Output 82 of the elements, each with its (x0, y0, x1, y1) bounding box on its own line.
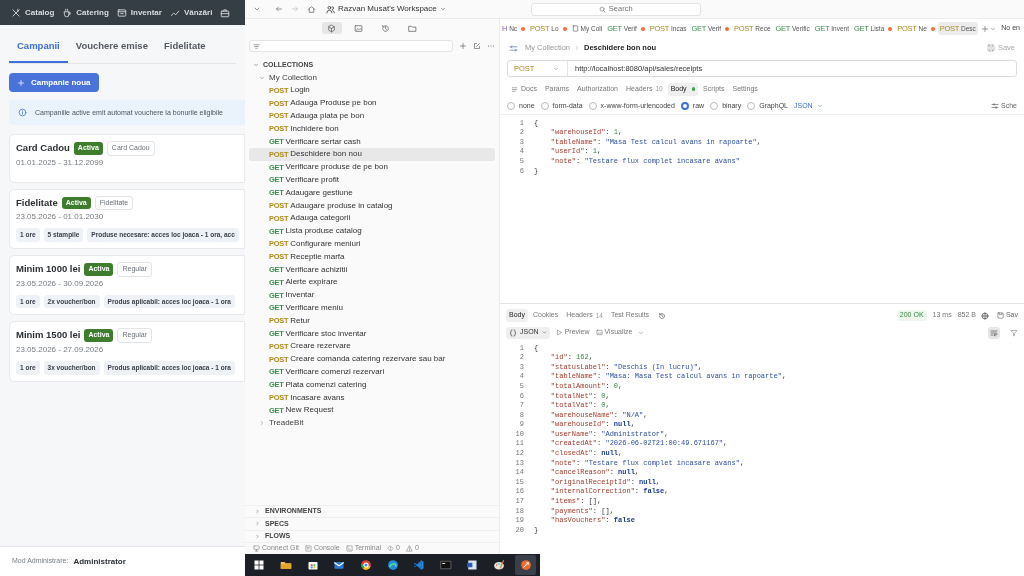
store-icon (306, 559, 319, 571)
collection-item[interactable]: My Collection (249, 71, 495, 84)
nav-item[interactable]: Catalog (11, 6, 55, 19)
collection-item[interactable]: TreadeBit (249, 416, 495, 430)
mode-value: Administrator (73, 555, 126, 568)
save-icon (986, 44, 995, 52)
console-icon (304, 545, 312, 552)
nav-item[interactable]: Catering (62, 6, 109, 19)
wrap-lines-icon (990, 328, 998, 337)
chevron-icon (255, 508, 260, 514)
history-icon[interactable] (658, 311, 667, 320)
edit-icon[interactable] (473, 42, 481, 50)
tab[interactable]: Vouchere emise (67, 37, 156, 64)
date-range: 01.01.2025 - 31.12.2099 (16, 156, 105, 169)
terminal-icon (345, 545, 353, 552)
document-icon (466, 559, 479, 571)
image-icon (595, 329, 603, 336)
cup-icon (62, 7, 73, 18)
windows-icon (253, 559, 266, 571)
folder-icon (279, 559, 292, 571)
history-icon[interactable] (380, 23, 390, 33)
back-icon[interactable] (275, 5, 283, 13)
http-icon (509, 43, 518, 53)
people-icon (326, 4, 335, 14)
save-icon (996, 312, 1004, 319)
more-icon[interactable] (487, 42, 495, 50)
monitor-icon (253, 545, 260, 552)
plus-icon (17, 78, 25, 87)
info-icon (18, 108, 27, 118)
caret-icon[interactable] (989, 25, 996, 32)
cube-icon[interactable] (327, 23, 336, 33)
cutlery-icon (11, 7, 21, 18)
wrap-toggle[interactable] (988, 326, 1000, 339)
filter-field[interactable] (249, 40, 453, 52)
plus-icon[interactable] (980, 24, 989, 33)
campaign-name: Minim 1000 lei (16, 262, 81, 277)
browser-icon (359, 559, 372, 571)
folder-icon[interactable] (407, 23, 417, 33)
plus-icon[interactable] (459, 42, 467, 50)
campaign-name: Minim 1500 lei (16, 328, 81, 343)
taskbar-app[interactable] (515, 555, 537, 575)
campaign-name: Card Cadou (16, 141, 70, 156)
globe-icon[interactable] (980, 311, 989, 320)
nav-item[interactable]: Vânzări (169, 6, 213, 19)
caret-icon (816, 103, 823, 109)
nav-item[interactable]: Inventar (116, 6, 162, 19)
filter-icon[interactable] (1010, 328, 1018, 337)
caret-icon[interactable] (253, 5, 261, 13)
home-icon[interactable] (307, 4, 316, 14)
caret-icon (439, 6, 446, 12)
date-range: 23.05.2026 - 30.09.2026 (16, 277, 105, 290)
campaign-name: Fidelitate (16, 195, 58, 210)
code-editor-icon (413, 559, 426, 571)
mail-icon (333, 559, 346, 571)
list-icon (511, 85, 518, 93)
terminal-icon (439, 559, 452, 571)
date-range: 23.05.2026 - 27.09.2026 (16, 343, 105, 356)
search-icon (598, 5, 606, 13)
briefcase-icon[interactable] (220, 7, 231, 18)
box-icon (116, 7, 127, 18)
date-range: 23.05.2026 - 01.01.2030 (16, 211, 105, 224)
tab[interactable]: Fidelitate (155, 37, 214, 64)
trend-icon (169, 7, 180, 18)
error-icon (387, 545, 395, 552)
braces-icon (509, 328, 517, 337)
warning-icon (406, 545, 413, 552)
sliders-icon (991, 102, 1000, 110)
radio-button[interactable] (680, 102, 689, 110)
filter-icon (253, 42, 260, 50)
caret-icon[interactable] (638, 329, 645, 336)
chevron-icon (574, 45, 580, 51)
new-campaign-button[interactable]: Campanie noua (9, 73, 99, 93)
rocket-icon (519, 559, 532, 571)
caret-icon (541, 330, 547, 335)
image-icon[interactable] (353, 23, 363, 33)
play-icon (555, 329, 563, 336)
wave-icon (386, 559, 399, 571)
palette-icon (493, 559, 506, 571)
tab[interactable]: Campanii (9, 37, 68, 64)
chevron-icon (259, 420, 265, 427)
workspace-selector[interactable]: Razvan Musat's Workspace (326, 3, 446, 15)
collection-icon (571, 25, 579, 32)
